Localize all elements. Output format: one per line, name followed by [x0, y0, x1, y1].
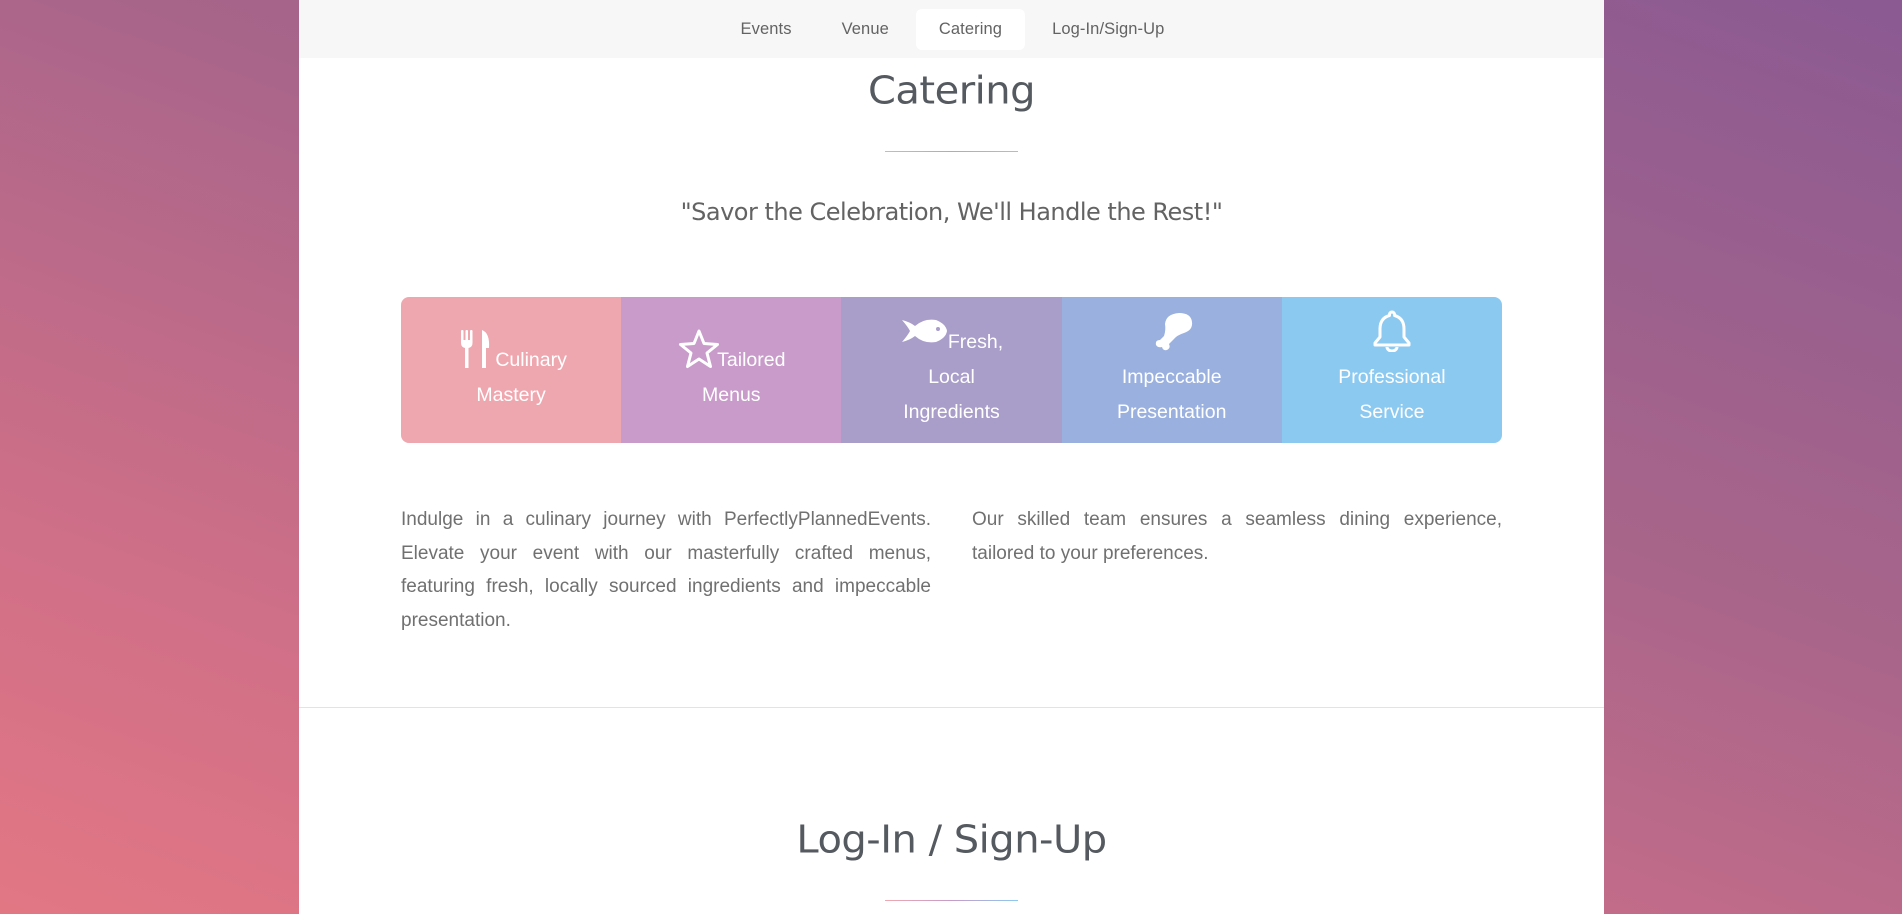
feature-tailored-menus: Tailored Menus: [621, 297, 842, 443]
bell-icon: [1372, 310, 1412, 353]
cutlery-icon: [455, 328, 495, 370]
catering-paragraph-left: Indulge in a culinary journey with Perfe…: [401, 509, 931, 631]
feature-fresh-local-ingredients: Fresh, Local Ingredients: [841, 297, 1062, 443]
nav-list: Events Venue Catering Log-In/Sign-Up: [716, 8, 1190, 50]
nav-item-events[interactable]: Events: [718, 9, 815, 50]
feature-culinary-mastery: Culinary Mastery: [401, 297, 622, 443]
login-title: Log-In / Sign-Up: [796, 818, 1107, 862]
catering-tagline: "Savor the Celebration, We'll Handle the…: [680, 198, 1223, 226]
main-content-panel: Events Venue Catering Log-In/Sign-Up Cat…: [299, 0, 1604, 914]
login-header: Log-In / Sign-Up: [299, 817, 1604, 863]
section-divider: [299, 707, 1604, 708]
catering-title: Catering: [867, 69, 1036, 113]
feature-professional-service: Professional Service: [1281, 297, 1502, 443]
nav-item-login-signup[interactable]: Log-In/Sign-Up: [1029, 9, 1187, 50]
feature-list: Culinary Mastery Tailored Menus Fresh, L…: [401, 297, 1502, 443]
star-icon: [677, 328, 720, 370]
nav-item-venue[interactable]: Venue: [819, 9, 912, 50]
nav-item-catering[interactable]: Catering: [915, 8, 1026, 50]
drumstick-icon: [1149, 310, 1195, 352]
top-nav: Events Venue Catering Log-In/Sign-Up: [299, 0, 1604, 58]
login-title-rule: [885, 900, 1018, 901]
catering-paragraph-right: Our skilled team ensures a seamless dini…: [972, 509, 1502, 564]
catering-header: Catering: [299, 68, 1604, 114]
catering-description: Indulge in a culinary journey with Perfe…: [401, 503, 1502, 637]
feature-impeccable-presentation: Impeccable Presentation: [1061, 297, 1282, 443]
feature-label: Professional Service: [1338, 366, 1446, 423]
catering-title-rule: [885, 151, 1018, 152]
fish-icon: [900, 310, 948, 352]
feature-label: Impeccable Presentation: [1116, 366, 1227, 423]
